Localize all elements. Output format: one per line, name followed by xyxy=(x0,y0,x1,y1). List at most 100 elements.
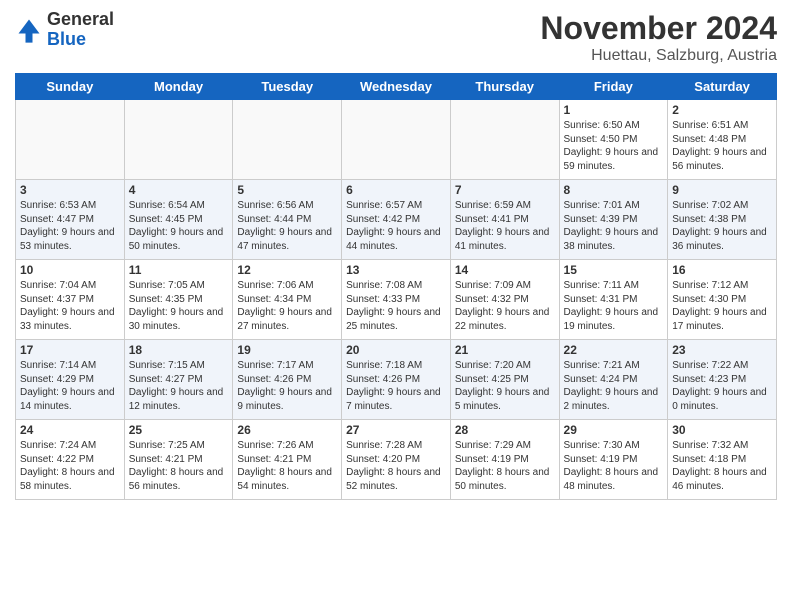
calendar-cell: 5 Sunrise: 6:56 AM Sunset: 4:44 PM Daylig… xyxy=(233,180,342,260)
week-row-1: 3 Sunrise: 6:53 AM Sunset: 4:47 PM Daylig… xyxy=(16,180,777,260)
day-info: Sunrise: 7:25 AM Sunset: 4:21 PM Dayligh… xyxy=(129,439,229,493)
calendar-cell: 8Sunrise: 7:01 AM Sunset: 4:39 PM Daylig… xyxy=(559,180,668,260)
calendar-cell xyxy=(342,100,451,180)
title-block: November 2024 Huettau, Salzburg, Austria xyxy=(540,10,777,65)
page-container: General Blue November 2024 Huettau, Salz… xyxy=(0,0,792,505)
day-info: Sunrise: 7:21 AM Sunset: 4:24 PM Dayligh… xyxy=(564,359,664,413)
day-info: Sunrise: 7:01 AM Sunset: 4:39 PM Dayligh… xyxy=(564,199,664,253)
day-info: Sunrise: 7:28 AM Sunset: 4:20 PM Dayligh… xyxy=(346,439,446,493)
calendar-cell: 13 Sunrise: 7:08 AM Sunset: 4:33 PM Dayli… xyxy=(342,260,451,340)
calendar-cell: 15Sunrise: 7:11 AM Sunset: 4:31 PM Dayli… xyxy=(559,260,668,340)
calendar-cell: 3 Sunrise: 6:53 AM Sunset: 4:47 PM Daylig… xyxy=(16,180,125,260)
day-number: 29 xyxy=(564,423,664,437)
day-info: Sunrise: 6:51 AM Sunset: 4:48 PM Dayligh… xyxy=(672,119,772,173)
day-number: 9 xyxy=(672,183,772,197)
day-number: 7 xyxy=(455,183,555,197)
day-number: 21 xyxy=(455,343,555,357)
calendar-cell: 6Sunrise: 6:57 AM Sunset: 4:42 PM Daylig… xyxy=(342,180,451,260)
day-number: 11 xyxy=(129,263,229,277)
day-number: 3 xyxy=(20,183,120,197)
logo-general: General xyxy=(47,9,114,29)
calendar-cell xyxy=(233,100,342,180)
calendar-cell: 30 Sunrise: 7:32 AM Sunset: 4:18 PM Dayli… xyxy=(668,420,777,500)
col-sunday: Sunday xyxy=(16,74,125,100)
day-number: 28 xyxy=(455,423,555,437)
day-number: 4 xyxy=(129,183,229,197)
calendar-cell xyxy=(450,100,559,180)
calendar-cell: 20Sunrise: 7:18 AM Sunset: 4:26 PM Dayli… xyxy=(342,340,451,420)
day-info: Sunrise: 7:32 AM Sunset: 4:18 PM Dayligh… xyxy=(672,439,772,493)
calendar-cell: 29 Sunrise: 7:30 AM Sunset: 4:19 PM Dayli… xyxy=(559,420,668,500)
day-info: Sunrise: 7:22 AM Sunset: 4:23 PM Dayligh… xyxy=(672,359,772,413)
day-number: 12 xyxy=(237,263,337,277)
logo-blue: Blue xyxy=(47,29,86,49)
day-info: Sunrise: 7:24 AM Sunset: 4:22 PM Dayligh… xyxy=(20,439,120,493)
calendar-cell: 27 Sunrise: 7:28 AM Sunset: 4:20 PM Dayli… xyxy=(342,420,451,500)
day-number: 1 xyxy=(564,103,664,117)
week-row-0: 1 Sunrise: 6:50 AM Sunset: 4:50 PM Daylig… xyxy=(16,100,777,180)
calendar-cell: 4 Sunrise: 6:54 AM Sunset: 4:45 PM Daylig… xyxy=(124,180,233,260)
day-number: 10 xyxy=(20,263,120,277)
calendar-cell: 26 Sunrise: 7:26 AM Sunset: 4:21 PM Dayli… xyxy=(233,420,342,500)
col-saturday: Saturday xyxy=(668,74,777,100)
day-number: 15 xyxy=(564,263,664,277)
day-info: Sunrise: 7:12 AM Sunset: 4:30 PM Dayligh… xyxy=(672,279,772,333)
day-number: 30 xyxy=(672,423,772,437)
day-info: Sunrise: 7:30 AM Sunset: 4:19 PM Dayligh… xyxy=(564,439,664,493)
day-number: 17 xyxy=(20,343,120,357)
calendar-cell: 17 Sunrise: 7:14 AM Sunset: 4:29 PM Dayli… xyxy=(16,340,125,420)
day-number: 14 xyxy=(455,263,555,277)
week-row-4: 24 Sunrise: 7:24 AM Sunset: 4:22 PM Dayli… xyxy=(16,420,777,500)
calendar-cell: 16Sunrise: 7:12 AM Sunset: 4:30 PM Dayli… xyxy=(668,260,777,340)
calendar-cell: 21 Sunrise: 7:20 AM Sunset: 4:25 PM Dayli… xyxy=(450,340,559,420)
day-info: Sunrise: 7:06 AM Sunset: 4:34 PM Dayligh… xyxy=(237,279,337,333)
calendar-cell: 11 Sunrise: 7:05 AM Sunset: 4:35 PM Dayli… xyxy=(124,260,233,340)
calendar-cell: 7Sunrise: 6:59 AM Sunset: 4:41 PM Daylig… xyxy=(450,180,559,260)
day-number: 5 xyxy=(237,183,337,197)
week-row-3: 17 Sunrise: 7:14 AM Sunset: 4:29 PM Dayli… xyxy=(16,340,777,420)
day-info: Sunrise: 7:14 AM Sunset: 4:29 PM Dayligh… xyxy=(20,359,120,413)
day-info: Sunrise: 7:26 AM Sunset: 4:21 PM Dayligh… xyxy=(237,439,337,493)
day-info: Sunrise: 7:08 AM Sunset: 4:33 PM Dayligh… xyxy=(346,279,446,333)
day-info: Sunrise: 7:04 AM Sunset: 4:37 PM Dayligh… xyxy=(20,279,120,333)
day-number: 22 xyxy=(564,343,664,357)
calendar-table: Sunday Monday Tuesday Wednesday Thursday… xyxy=(15,73,777,500)
calendar-cell xyxy=(124,100,233,180)
calendar-cell: 18 Sunrise: 7:15 AM Sunset: 4:27 PM Dayli… xyxy=(124,340,233,420)
calendar-cell: 14 Sunrise: 7:09 AM Sunset: 4:32 PM Dayli… xyxy=(450,260,559,340)
calendar-cell: 10 Sunrise: 7:04 AM Sunset: 4:37 PM Dayli… xyxy=(16,260,125,340)
day-info: Sunrise: 7:20 AM Sunset: 4:25 PM Dayligh… xyxy=(455,359,555,413)
day-info: Sunrise: 6:54 AM Sunset: 4:45 PM Dayligh… xyxy=(129,199,229,253)
day-info: Sunrise: 7:18 AM Sunset: 4:26 PM Dayligh… xyxy=(346,359,446,413)
day-number: 13 xyxy=(346,263,446,277)
col-monday: Monday xyxy=(124,74,233,100)
calendar-cell: 2 Sunrise: 6:51 AM Sunset: 4:48 PM Daylig… xyxy=(668,100,777,180)
day-info: Sunrise: 7:02 AM Sunset: 4:38 PM Dayligh… xyxy=(672,199,772,253)
day-number: 23 xyxy=(672,343,772,357)
calendar-cell: 19Sunrise: 7:17 AM Sunset: 4:26 PM Dayli… xyxy=(233,340,342,420)
day-info: Sunrise: 6:53 AM Sunset: 4:47 PM Dayligh… xyxy=(20,199,120,253)
day-number: 26 xyxy=(237,423,337,437)
day-number: 24 xyxy=(20,423,120,437)
header: General Blue November 2024 Huettau, Salz… xyxy=(15,10,777,65)
day-info: Sunrise: 7:17 AM Sunset: 4:26 PM Dayligh… xyxy=(237,359,337,413)
day-info: Sunrise: 7:15 AM Sunset: 4:27 PM Dayligh… xyxy=(129,359,229,413)
calendar-cell: 22 Sunrise: 7:21 AM Sunset: 4:24 PM Dayli… xyxy=(559,340,668,420)
calendar-cell: 1 Sunrise: 6:50 AM Sunset: 4:50 PM Daylig… xyxy=(559,100,668,180)
col-thursday: Thursday xyxy=(450,74,559,100)
day-info: Sunrise: 7:09 AM Sunset: 4:32 PM Dayligh… xyxy=(455,279,555,333)
calendar-cell: 23 Sunrise: 7:22 AM Sunset: 4:23 PM Dayli… xyxy=(668,340,777,420)
day-info: Sunrise: 7:05 AM Sunset: 4:35 PM Dayligh… xyxy=(129,279,229,333)
col-friday: Friday xyxy=(559,74,668,100)
week-row-2: 10 Sunrise: 7:04 AM Sunset: 4:37 PM Dayli… xyxy=(16,260,777,340)
location: Huettau, Salzburg, Austria xyxy=(540,47,777,65)
day-number: 27 xyxy=(346,423,446,437)
header-row: Sunday Monday Tuesday Wednesday Thursday… xyxy=(16,74,777,100)
calendar-cell: 25Sunrise: 7:25 AM Sunset: 4:21 PM Dayli… xyxy=(124,420,233,500)
day-info: Sunrise: 6:50 AM Sunset: 4:50 PM Dayligh… xyxy=(564,119,664,173)
col-tuesday: Tuesday xyxy=(233,74,342,100)
day-number: 2 xyxy=(672,103,772,117)
day-number: 18 xyxy=(129,343,229,357)
day-info: Sunrise: 6:57 AM Sunset: 4:42 PM Dayligh… xyxy=(346,199,446,253)
day-info: Sunrise: 6:56 AM Sunset: 4:44 PM Dayligh… xyxy=(237,199,337,253)
